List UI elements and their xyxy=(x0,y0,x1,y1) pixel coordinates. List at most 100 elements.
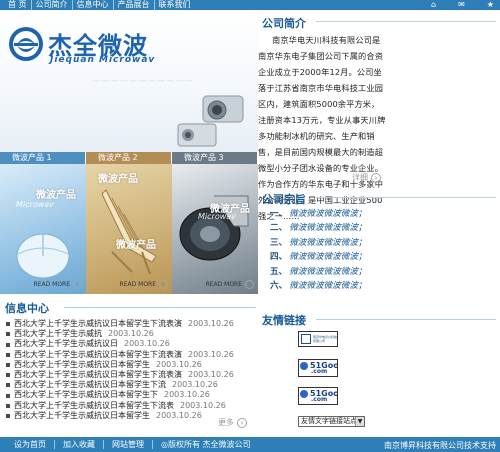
purpose-title: 公司宗旨 xyxy=(262,193,306,206)
lens-icon xyxy=(179,195,249,261)
read-more-1[interactable]: READ MORE › xyxy=(34,280,82,289)
chair-icon xyxy=(101,189,157,275)
bullet-icon xyxy=(6,373,10,378)
news-item[interactable]: 西北大学上千学生示威抗议日本留学生 2003.10.26 xyxy=(6,360,256,370)
news-title: 信息中心 xyxy=(5,302,49,315)
intro-title: 公司简介 xyxy=(262,17,306,30)
more-label: 更多 xyxy=(218,418,234,427)
footer-set-homepage[interactable]: 设为首页 xyxy=(6,440,55,449)
purpose-divider xyxy=(316,197,496,198)
bullet-icon xyxy=(6,362,10,367)
links-header: 友情链接 xyxy=(258,310,500,330)
bullet-icon xyxy=(6,332,10,337)
link-banner-51good-1[interactable]: 51Good .com xyxy=(298,359,338,377)
mouse-icon xyxy=(16,233,70,279)
51good-logo: 51Good .com xyxy=(299,388,337,404)
nav-company-intro[interactable]: 公司简介 xyxy=(32,0,73,10)
intro-detail-link[interactable]: 详细 › xyxy=(352,172,381,183)
51good-logo: 51Good .com xyxy=(299,360,337,376)
top-nav-icons: ⌂ ✉ ★ xyxy=(431,0,494,10)
footer-tech-support: 南京博昇科技有限公司技术支持 xyxy=(384,441,496,450)
ghost-lines: ∼∼∼∼∼∼∼∼∼∼∼ xyxy=(92,74,194,87)
bullet-icon xyxy=(6,352,10,357)
news-item[interactable]: 西北大学上千学生示威抗议日本留学生下流 2003.10.26 xyxy=(6,380,256,390)
bullet-icon xyxy=(6,413,10,418)
product-image-chair[interactable]: 微波产品 微波产品 READ MORE › xyxy=(86,164,172,294)
logo-icon xyxy=(9,27,43,61)
product-1-cn: 微波产品 xyxy=(36,190,76,201)
list-item: 一、 微波微波微波微波； xyxy=(270,209,367,219)
links-divider xyxy=(316,319,496,320)
footer-add-favorite[interactable]: 加入收藏 xyxy=(55,440,104,449)
nav-contact[interactable]: 联系我们 xyxy=(155,0,195,10)
nav-info-center[interactable]: 信息中心 xyxy=(73,0,114,10)
friend-links-select-value: 友情文字链接站点 xyxy=(301,417,357,425)
nav-home[interactable]: 首 页 xyxy=(4,0,32,10)
news-header: 信息中心 xyxy=(0,296,258,316)
partner-logo-icon xyxy=(301,334,311,344)
news-item[interactable]: 西北大学上千学生示威抗议日 2003.10.26 xyxy=(6,339,256,349)
product-2-cn-overlay: 微波产品 xyxy=(116,240,156,251)
bullet-icon xyxy=(6,403,10,408)
footer-site-admin[interactable]: 网站管理 xyxy=(104,440,153,449)
tab-product-2[interactable]: 微波产品 2 xyxy=(86,152,172,164)
news-divider xyxy=(64,307,256,308)
product-1-en: Microwav xyxy=(16,200,54,209)
product-3-en: Microwav xyxy=(198,212,236,221)
list-item: 四、 微波微波微波微波； xyxy=(270,252,367,263)
list-item: 五、 微波微波微波微波； xyxy=(270,266,367,277)
friend-links-select[interactable]: 友情文字链接站点 ▼ xyxy=(298,416,365,427)
brand-name-en: Jiequan Microwav xyxy=(50,55,156,65)
read-more-2[interactable]: READ MORE › xyxy=(120,280,168,289)
news-item[interactable]: 西北大学上千学生示威抗议日本留学生下 2003.10.26 xyxy=(6,390,256,400)
links-title: 友情链接 xyxy=(262,314,306,327)
purpose-header: 公司宗旨 xyxy=(258,186,500,206)
news-item[interactable]: 西北大学上千学生示威抗 2003.10.26 xyxy=(6,329,256,339)
top-nav-bar: 首 页 公司简介 信息中心 产品展台 联系我们 ⌂ ✉ ★ xyxy=(0,0,500,10)
news-item[interactable]: 西北大学上千学生示威抗议日本留学生下流表 2003.10.26 xyxy=(6,401,256,411)
product-image-lens[interactable]: 微波产品 Microwav READ MORE › xyxy=(172,164,258,294)
arrow-right-icon: › xyxy=(371,172,381,183)
link-banner-51good-2[interactable]: 51Good .com xyxy=(298,387,338,405)
star-icon[interactable]: ★ xyxy=(487,0,494,10)
product-tabs: 微波产品 1 微波产品 2 微波产品 3 xyxy=(0,152,258,164)
list-item: 六、 微波微波微波微波； xyxy=(270,281,367,292)
link-banner-partner[interactable]: 南京华电天川科技有限公司 xyxy=(298,331,338,347)
list-item: 二、 微波微波微波微波； xyxy=(270,223,367,234)
product-image-mouse[interactable]: 微波产品 Microwav READ MORE › xyxy=(0,164,86,294)
bullet-icon xyxy=(6,383,10,388)
news-more-link[interactable]: 更多 › xyxy=(218,417,247,428)
tab-product-1[interactable]: 微波产品 1 xyxy=(0,152,86,164)
read-more-1-label: READ MORE xyxy=(33,281,70,288)
chevron-down-icon: ▼ xyxy=(355,417,364,426)
bullet-icon xyxy=(6,342,10,347)
globe-icon xyxy=(300,390,308,398)
list-item: 三、 微波微波微波微波； xyxy=(270,237,367,248)
mail-icon[interactable]: ✉ xyxy=(458,0,465,10)
news-list: 西北大学上千学生示威抗议日本留学生下流表演 2003.10.26 西北大学上千学生… xyxy=(6,319,256,421)
intro-divider xyxy=(316,21,496,22)
tab-product-3[interactable]: 微波产品 3 xyxy=(172,152,258,164)
nav-product-showcase[interactable]: 产品展台 xyxy=(114,0,155,10)
product-2-cn: 微波产品 xyxy=(98,174,138,185)
partner-name: 南京华电天川科技有限公司 xyxy=(313,335,338,343)
read-more-3[interactable]: READ MORE › xyxy=(206,280,254,289)
intro-header: 公司简介 xyxy=(258,10,500,32)
footer-items: 设为首页 加入收藏 网站管理 ◎版权所有 杰全微波公司 xyxy=(6,437,259,452)
news-item[interactable]: 西北大学上千学生示威抗议日本留学生下流表演 2003.10.26 xyxy=(6,370,256,380)
bullet-icon xyxy=(6,393,10,398)
purpose-list: 一、 微波微波微波微波； 二、 微波微波微波微波； 三、 微波微波微波微波； 四、 微波… xyxy=(270,207,490,293)
footer-copyright: ◎版权所有 杰全微波公司 xyxy=(161,440,251,449)
news-item[interactable]: 西北大学上千学生示威抗议日本留学生下流表演 2003.10.26 xyxy=(6,319,256,329)
arrow-right-icon: › xyxy=(159,280,168,289)
news-item[interactable]: 西北大学上千学生示威抗议日本留学生下流表演 2003.10.26 xyxy=(6,350,256,360)
globe-icon xyxy=(300,362,308,370)
camera-image xyxy=(177,95,244,147)
arrow-right-icon: › xyxy=(73,280,82,289)
arrow-right-icon: › xyxy=(245,280,254,289)
detail-label: 详细 xyxy=(352,173,368,182)
bullet-icon xyxy=(6,322,10,327)
arrow-right-icon: › xyxy=(237,417,247,428)
home-icon[interactable]: ⌂ xyxy=(431,0,436,10)
read-more-3-label: READ MORE xyxy=(205,281,242,288)
